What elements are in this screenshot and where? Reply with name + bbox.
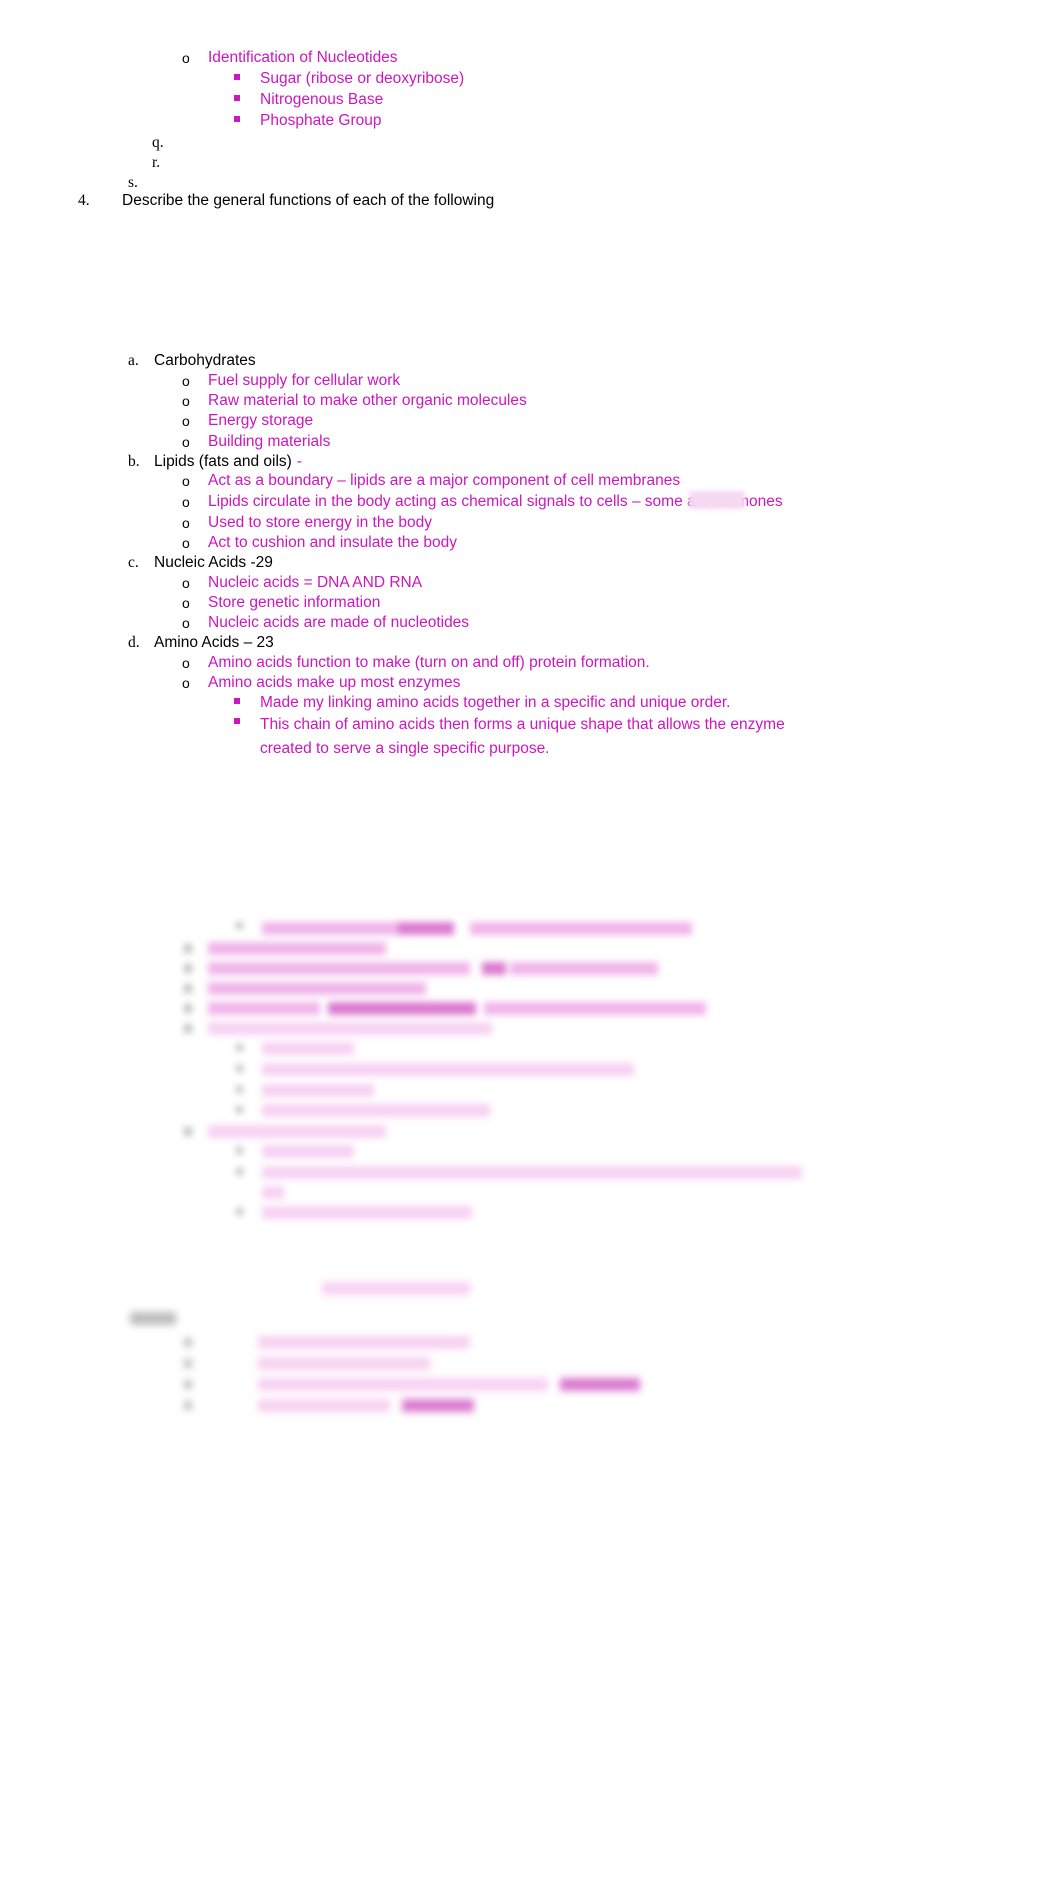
- hollow-circle-bullet-icon: o: [182, 535, 190, 551]
- list-marker: a.: [128, 352, 139, 369]
- section-title: Carbohydrates: [154, 352, 256, 369]
- list-item-empty-q: q.: [0, 133, 178, 153]
- list-item-label: Store genetic information: [208, 594, 381, 611]
- list-item: o Building materials: [0, 432, 330, 452]
- list-item: Sugar (ribose or deoxyribose): [0, 69, 464, 89]
- list-item: This chain of amino acids then forms a u…: [0, 713, 822, 761]
- list-item-label: Sugar (ribose or deoxyribose): [260, 70, 465, 87]
- question-4-label: Describe the general functions of each o…: [122, 192, 495, 209]
- list-item: o Nucleic acids are made of nucleotides: [0, 613, 469, 633]
- list-item: o Energy storage: [0, 411, 313, 431]
- list-item: o Fuel supply for cellular work: [0, 371, 400, 391]
- list-item: Phosphate Group: [0, 111, 382, 131]
- section-heading-amino-acids: d. Amino Acids – 23: [0, 633, 274, 653]
- list-marker: r.: [152, 154, 161, 171]
- section-title: Nucleic Acids -29: [154, 554, 273, 571]
- list-item-label: Amino acids function to make (turn on an…: [208, 654, 650, 671]
- list-item: o Raw material to make other organic mol…: [0, 391, 527, 411]
- list-item-label: Identification of Nucleotides: [208, 49, 398, 66]
- document-page: o Identification of Nucleotides Sugar (r…: [0, 0, 1062, 1880]
- list-item-empty-s: s.: [0, 173, 154, 193]
- section-title-suffix: -: [296, 453, 303, 470]
- list-item-label: Used to store energy in the body: [208, 514, 433, 531]
- list-item-label: Act to cushion and insulate the body: [208, 534, 458, 551]
- hollow-circle-bullet-icon: o: [182, 50, 190, 66]
- list-item-label: Nitrogenous Base: [260, 91, 384, 108]
- list-item-label: Made my linking amino acids together in …: [260, 694, 731, 711]
- list-marker: d.: [128, 634, 140, 651]
- list-item-label: Nucleic acids are made of nucleotides: [208, 614, 470, 631]
- square-bullet-icon: [234, 110, 260, 130]
- list-marker: b.: [128, 453, 140, 470]
- square-bullet-icon: [234, 712, 260, 732]
- hollow-circle-bullet-icon: o: [182, 515, 190, 531]
- list-item: o Store genetic information: [0, 593, 380, 613]
- question-4: 4. Describe the general functions of eac…: [0, 191, 494, 211]
- hollow-circle-bullet-icon: o: [182, 393, 190, 409]
- square-bullet-icon: [234, 68, 260, 88]
- section-heading-nucleic-acids: c. Nucleic Acids -29: [0, 553, 273, 573]
- redacted-outline-block-2: [0, 1280, 1062, 1440]
- list-item: o Act as a boundary – lipids are a major…: [0, 471, 680, 491]
- square-bullet-icon: [234, 89, 260, 109]
- redacted-outline-block: [0, 884, 1062, 1224]
- list-item: o Lipids circulate in the body acting as…: [0, 492, 783, 512]
- list-item-label: Phosphate Group: [260, 112, 382, 129]
- section-title: Amino Acids – 23: [154, 634, 274, 651]
- list-item-label: Raw material to make other organic molec…: [208, 392, 527, 409]
- hollow-circle-bullet-icon: o: [182, 494, 190, 510]
- section-title: Lipids (fats and oils): [154, 453, 292, 470]
- hollow-circle-bullet-icon: o: [182, 675, 190, 691]
- list-item-label: This chain of amino acids then forms a u…: [260, 716, 785, 757]
- list-marker: s.: [128, 174, 138, 191]
- list-marker: q.: [152, 134, 164, 151]
- hollow-circle-bullet-icon: o: [182, 615, 190, 631]
- hollow-circle-bullet-icon: o: [182, 413, 190, 429]
- list-item-label: Energy storage: [208, 412, 314, 429]
- hollow-circle-bullet-icon: o: [182, 373, 190, 389]
- list-item: o Used to store energy in the body: [0, 513, 432, 533]
- list-item-label: Nucleic acids = DNA AND RNA: [208, 574, 423, 591]
- list-item-label: Fuel supply for cellular work: [208, 372, 401, 389]
- hollow-circle-bullet-icon: o: [182, 595, 190, 611]
- list-item-label: Building materials: [208, 433, 331, 450]
- square-bullet-icon: [234, 692, 260, 712]
- section-heading-carbohydrates: a. Carbohydrates: [0, 351, 256, 371]
- list-item-label: Amino acids make up most enzymes: [208, 674, 461, 691]
- hollow-circle-bullet-icon: o: [182, 575, 190, 591]
- text-highlight: [689, 491, 745, 509]
- hollow-circle-bullet-icon: o: [182, 655, 190, 671]
- list-marker: 4.: [78, 192, 90, 209]
- hollow-circle-bullet-icon: o: [182, 473, 190, 489]
- section-heading-lipids: b. Lipids (fats and oils) -: [0, 452, 302, 472]
- list-item: o Identification of Nucleotides: [0, 48, 398, 68]
- list-item-label: Act as a boundary – lipids are a major c…: [208, 472, 681, 489]
- hollow-circle-bullet-icon: o: [182, 434, 190, 450]
- list-item: Made my linking amino acids together in …: [0, 693, 730, 713]
- list-item-empty-r: r.: [0, 153, 178, 173]
- list-item: o Act to cushion and insulate the body: [0, 533, 457, 553]
- list-item: o Amino acids function to make (turn on …: [0, 653, 650, 673]
- list-item: o Nucleic acids = DNA AND RNA: [0, 573, 422, 593]
- list-item: o Amino acids make up most enzymes: [0, 673, 460, 693]
- list-marker: c.: [128, 554, 139, 571]
- list-item: Nitrogenous Base: [0, 90, 383, 110]
